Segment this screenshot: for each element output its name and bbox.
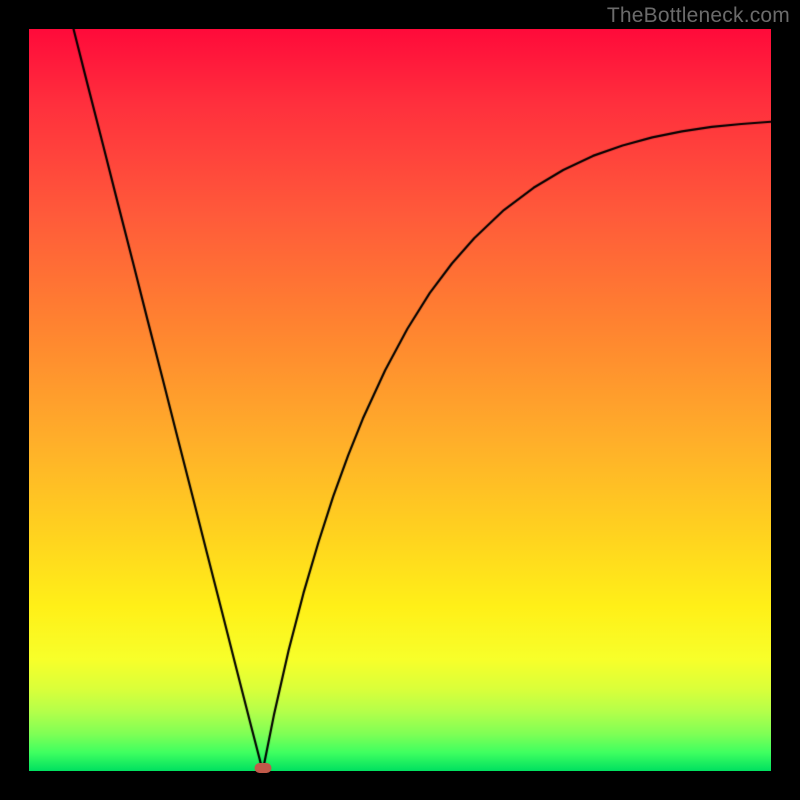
watermark-text: TheBottleneck.com	[607, 4, 790, 28]
plot-area	[29, 29, 771, 771]
minimum-marker	[254, 763, 271, 773]
chart-frame: TheBottleneck.com	[0, 0, 800, 800]
curve-canvas	[29, 29, 771, 771]
